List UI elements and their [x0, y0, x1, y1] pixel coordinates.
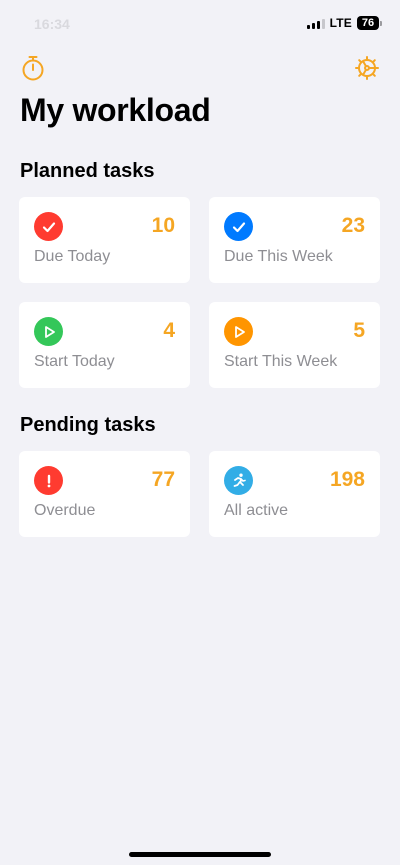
gear-icon[interactable] [353, 54, 381, 82]
battery-icon: 76 [357, 16, 382, 30]
card-label: Due This Week [224, 248, 333, 265]
play-icon [224, 317, 253, 346]
stopwatch-icon[interactable] [19, 54, 47, 82]
card-label: All active [224, 502, 289, 519]
network-type: LTE [329, 16, 352, 30]
section-title-planned: Planned tasks [20, 160, 155, 182]
card-start-this-week[interactable]: 5 Start This Week [209, 302, 380, 388]
card-count: 5 [353, 319, 365, 342]
card-start-today[interactable]: 4 Start Today [19, 302, 190, 388]
exclamation-icon [34, 466, 63, 495]
card-label: Start This Week [224, 353, 338, 370]
card-all-active[interactable]: 198 All active [209, 451, 380, 537]
card-label: Start Today [34, 353, 115, 370]
running-figure-icon [224, 466, 253, 495]
card-count: 23 [341, 214, 365, 237]
status-time: 16:34 [34, 16, 70, 32]
page-title: My workload [20, 92, 211, 128]
checkmark-icon [224, 212, 253, 241]
play-icon [34, 317, 63, 346]
card-label: Due Today [34, 248, 111, 265]
card-due-today[interactable]: 10 Due Today [19, 197, 190, 283]
card-count: 198 [329, 468, 365, 491]
card-overdue[interactable]: 77 Overdue [19, 451, 190, 537]
battery-level: 76 [357, 16, 379, 30]
status-indicators: LTE 76 [306, 16, 382, 30]
card-count: 77 [151, 468, 175, 491]
cellular-signal-icon [306, 18, 325, 29]
checkmark-icon [34, 212, 63, 241]
card-due-this-week[interactable]: 23 Due This Week [209, 197, 380, 283]
home-indicator[interactable] [129, 852, 271, 857]
card-count: 10 [151, 214, 175, 237]
status-bar: 16:34 LTE 76 [0, 0, 400, 46]
card-label: Overdue [34, 502, 96, 519]
card-count: 4 [163, 319, 175, 342]
section-title-pending: Pending tasks [20, 414, 156, 436]
